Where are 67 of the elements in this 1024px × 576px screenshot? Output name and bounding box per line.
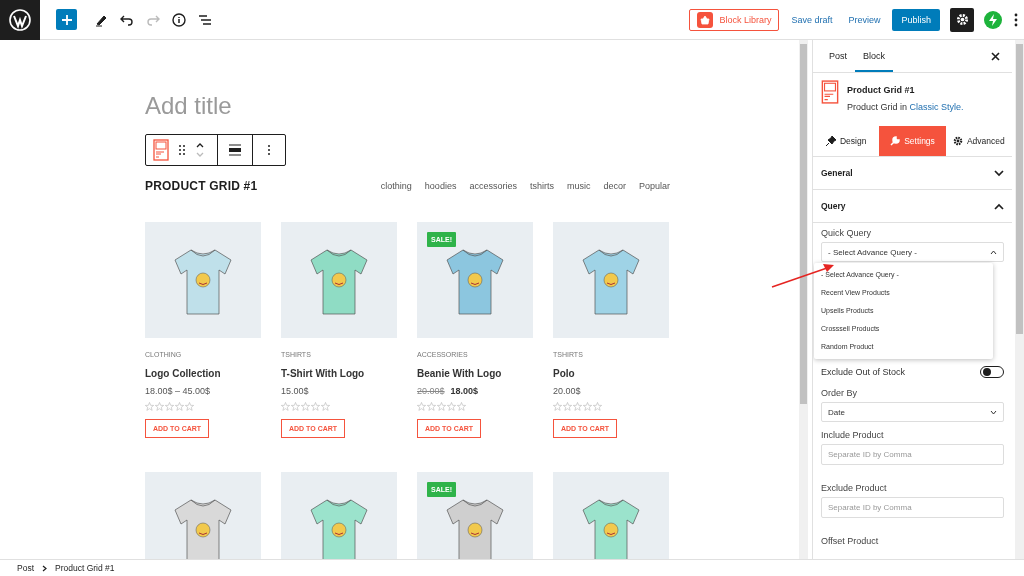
filter-tab[interactable]: tshirts [529,181,554,191]
quick-query-select[interactable]: - Select Advance Query - [821,242,1004,262]
breadcrumb-link[interactable]: Product Grid #1 [55,563,115,573]
filter-tab[interactable]: music [566,181,591,191]
pin-icon [825,136,836,146]
scrollbar[interactable] [799,40,808,559]
product-name[interactable]: T-Shirt With Logo [281,368,397,379]
block-library-button[interactable]: Block Library [689,8,780,31]
breadcrumb-link[interactable]: Post [17,563,34,573]
sidebar-tab[interactable]: Post [821,40,855,72]
gear-icon [955,13,969,26]
info-icon[interactable] [172,12,186,27]
product-name[interactable]: Polo [553,368,669,379]
publish-button[interactable]: Publish [892,8,940,31]
chevron-up-icon [990,249,997,255]
product-grid-icon [821,80,839,104]
section-header[interactable]: Query [813,190,1012,223]
block-title: Product Grid #1 [847,85,916,95]
settings-button[interactable] [950,7,974,32]
filter-tab[interactable]: Popular [638,181,670,191]
order-by-select[interactable]: Date [821,402,1004,422]
product-grid-icon[interactable] [153,139,169,161]
include-product-field[interactable]: Separate ID by Comma [821,444,1004,465]
align-icon[interactable] [229,144,241,156]
product-name[interactable]: Beanie With Logo [417,368,533,379]
sidebar-tab[interactable]: Block [855,40,894,72]
product-price: 18.00$ [450,386,479,396]
field-label: Exclude Out of Stock [821,367,906,377]
filter-tab[interactable]: accessories [469,181,517,191]
chevron-down-icon [990,409,997,415]
product-price: 18.00$ – 45.00$ [145,386,211,396]
list-view-icon[interactable] [198,12,212,27]
filter-tab[interactable]: decor [603,181,626,191]
field-label: Quick Query [821,228,872,238]
field-label: Include Product [821,430,885,440]
preview-link[interactable]: Preview [848,14,881,25]
section-header[interactable]: General [813,157,1012,190]
field-label: Order By [821,388,858,398]
gear-icon [952,136,963,146]
scrollbar[interactable] [1015,40,1024,559]
old-price: 20.00$ [417,386,445,396]
block-description: Product Grid in Classic Style. [847,102,964,112]
drag-handle-icon[interactable] [178,144,186,156]
style-link[interactable]: Classic Style. [909,102,964,112]
filter-tab[interactable]: hoodies [424,181,457,191]
chevron-down-icon [994,169,1004,177]
product-price: 15.00$ [281,386,309,396]
filter-tab[interactable]: clothing [380,181,412,191]
grid-title: PRODUCT GRID #1 [145,179,258,193]
lightning-icon[interactable] [984,10,1002,29]
toggle-switch[interactable] [980,366,1004,378]
chevron-up-icon [994,202,1004,210]
save-draft-link[interactable]: Save draft [791,14,833,25]
add-block-button[interactable] [56,9,77,30]
close-icon[interactable] [991,51,1000,61]
chevron-icon [42,564,47,572]
product-price: 20.00$ [553,386,581,396]
wordpress-logo[interactable] [0,0,40,40]
wrench-icon [890,136,901,146]
basket-icon [697,11,714,28]
product-name[interactable]: Logo Collection [145,368,261,379]
field-label: Offset Product [821,536,880,546]
exclude-product-field[interactable]: Separate ID by Comma [821,497,1004,518]
more-options-icon[interactable] [267,144,271,156]
field-label: Exclude Product [821,483,888,493]
plus-icon [60,13,73,26]
more-options-icon[interactable] [1014,12,1018,27]
